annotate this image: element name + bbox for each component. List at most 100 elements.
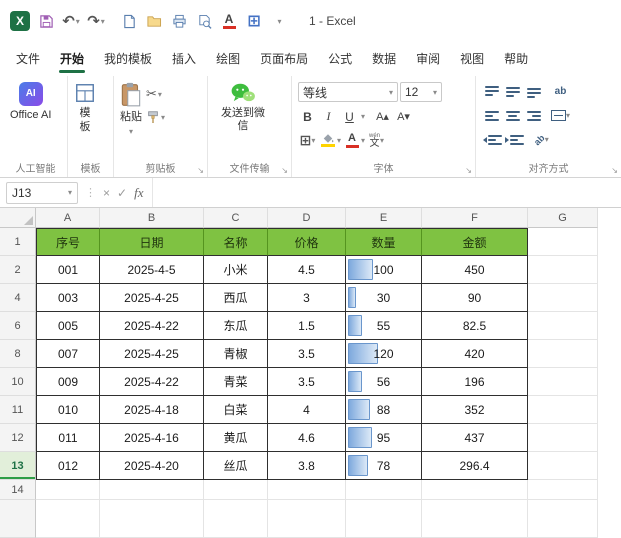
cell-A13[interactable]: 012: [36, 452, 100, 480]
cell-B-overflow[interactable]: [100, 500, 204, 538]
cell-D10[interactable]: 3.5: [268, 368, 346, 396]
row-header-6[interactable]: 6: [0, 312, 36, 340]
decrease-indent-button[interactable]: [482, 130, 502, 149]
cell-F12[interactable]: 437: [422, 424, 528, 452]
cell-E8[interactable]: 120: [346, 340, 422, 368]
column-header-G[interactable]: G: [528, 208, 598, 228]
cell-E12[interactable]: 95: [346, 424, 422, 452]
cell-D6[interactable]: 1.5: [268, 312, 346, 340]
cell-B4[interactable]: 2025-4-25: [100, 284, 204, 312]
cell-C2[interactable]: 小米: [204, 256, 268, 284]
send-to-wechat-button[interactable]: 发送到微信: [214, 80, 272, 132]
cell-F-overflow[interactable]: [422, 500, 528, 538]
cell-borders-button[interactable]: ⊞ ▾: [298, 131, 317, 150]
cell-G4[interactable]: [528, 284, 598, 312]
cell-D13[interactable]: 3.8: [268, 452, 346, 480]
cell-E13[interactable]: 78: [346, 452, 422, 480]
merge-center-button[interactable]: ▾: [551, 106, 570, 125]
menu-tab-10[interactable]: 帮助: [494, 42, 538, 74]
cell-A2[interactable]: 001: [36, 256, 100, 284]
cell-B13[interactable]: 2025-4-20: [100, 452, 204, 480]
cell-G12[interactable]: [528, 424, 598, 452]
menu-tab-5[interactable]: 页面布局: [250, 42, 318, 74]
ribbon-font-color-button[interactable]: A ▾: [343, 131, 365, 150]
open-file-button[interactable]: [145, 10, 163, 32]
menu-tab-3[interactable]: 插入: [162, 42, 206, 74]
underline-dropdown-icon[interactable]: ▾: [361, 112, 365, 121]
fill-color-button[interactable]: ▾: [319, 131, 341, 150]
increase-font-size-button[interactable]: A▴: [373, 107, 392, 126]
wrap-text-button[interactable]: ab: [551, 82, 570, 101]
cell-F8[interactable]: 420: [422, 340, 528, 368]
align-left-button[interactable]: [482, 106, 501, 125]
cell-G2[interactable]: [528, 256, 598, 284]
paste-dropdown-icon[interactable]: ▾: [129, 127, 133, 136]
cell-E10[interactable]: 56: [346, 368, 422, 396]
paste-button[interactable]: 粘贴 ▾: [120, 80, 142, 136]
row-header-14[interactable]: 14: [0, 480, 36, 500]
cell-A10[interactable]: 009: [36, 368, 100, 396]
row-header-13[interactable]: 13: [0, 452, 36, 480]
cell-D-overflow[interactable]: [268, 500, 346, 538]
cell-C6[interactable]: 东瓜: [204, 312, 268, 340]
orientation-button[interactable]: ab ▾: [532, 130, 551, 149]
table-header-col-2[interactable]: 名称: [204, 228, 268, 256]
cell-F2[interactable]: 450: [422, 256, 528, 284]
cell-G10[interactable]: [528, 368, 598, 396]
bold-button[interactable]: B: [298, 107, 317, 126]
menu-tab-6[interactable]: 公式: [318, 42, 362, 74]
column-header-B[interactable]: B: [100, 208, 204, 228]
cell-E-overflow[interactable]: [346, 500, 422, 538]
cell-C12[interactable]: 黄瓜: [204, 424, 268, 452]
cell-D14[interactable]: [268, 480, 346, 500]
cell-E4[interactable]: 30: [346, 284, 422, 312]
new-file-button[interactable]: [120, 10, 138, 32]
cell-E11[interactable]: 88: [346, 396, 422, 424]
cell-G13[interactable]: [528, 452, 598, 480]
cell-A14[interactable]: [36, 480, 100, 500]
template-button[interactable]: 模板: [74, 80, 96, 135]
column-header-A[interactable]: A: [36, 208, 100, 228]
cell-F14[interactable]: [422, 480, 528, 500]
cell-G11[interactable]: [528, 396, 598, 424]
print-button[interactable]: [170, 10, 188, 32]
menu-tab-7[interactable]: 数据: [362, 42, 406, 74]
cell-B2[interactable]: 2025-4-5: [100, 256, 204, 284]
font-name-select[interactable]: 等线 ▾: [298, 82, 398, 102]
italic-button[interactable]: I: [319, 107, 338, 126]
formula-input[interactable]: [152, 178, 621, 207]
insert-function-button[interactable]: fx: [134, 185, 143, 201]
table-header-col-5[interactable]: 金额: [422, 228, 528, 256]
table-header-col-1[interactable]: 日期: [100, 228, 204, 256]
row-header-8[interactable]: 8: [0, 340, 36, 368]
cell-B11[interactable]: 2025-4-18: [100, 396, 204, 424]
menu-tab-4[interactable]: 绘图: [206, 42, 250, 74]
menu-tab-2[interactable]: 我的模板: [94, 42, 162, 74]
cell-B12[interactable]: 2025-4-16: [100, 424, 204, 452]
cell-E14[interactable]: [346, 480, 422, 500]
cell-B10[interactable]: 2025-4-22: [100, 368, 204, 396]
row-header-overflow[interactable]: [0, 500, 36, 538]
cell-C-overflow[interactable]: [204, 500, 268, 538]
office-ai-button[interactable]: AI Office AI: [10, 80, 51, 122]
quick-access-more-button[interactable]: ▾: [270, 10, 288, 32]
cell-G1[interactable]: [528, 228, 598, 256]
column-header-D[interactable]: D: [268, 208, 346, 228]
table-header-col-4[interactable]: 数量: [346, 228, 422, 256]
cell-E2[interactable]: 100: [346, 256, 422, 284]
font-color-button[interactable]: A: [220, 10, 238, 32]
cell-A-overflow[interactable]: [36, 500, 100, 538]
enter-button[interactable]: ✓: [117, 186, 127, 200]
cancel-button[interactable]: ×: [103, 186, 110, 200]
cell-F6[interactable]: 82.5: [422, 312, 528, 340]
cut-button[interactable]: ✂ ▾: [146, 86, 165, 102]
name-box-dropdown-icon[interactable]: ▾: [68, 188, 72, 197]
increase-indent-button[interactable]: [504, 130, 524, 149]
cell-C13[interactable]: 丝瓜: [204, 452, 268, 480]
cell-D11[interactable]: 4: [268, 396, 346, 424]
undo-dropdown-icon[interactable]: ▾: [76, 17, 80, 26]
cell-F11[interactable]: 352: [422, 396, 528, 424]
cell-C14[interactable]: [204, 480, 268, 500]
cell-B14[interactable]: [100, 480, 204, 500]
borders-button[interactable]: ⊞: [245, 10, 263, 32]
